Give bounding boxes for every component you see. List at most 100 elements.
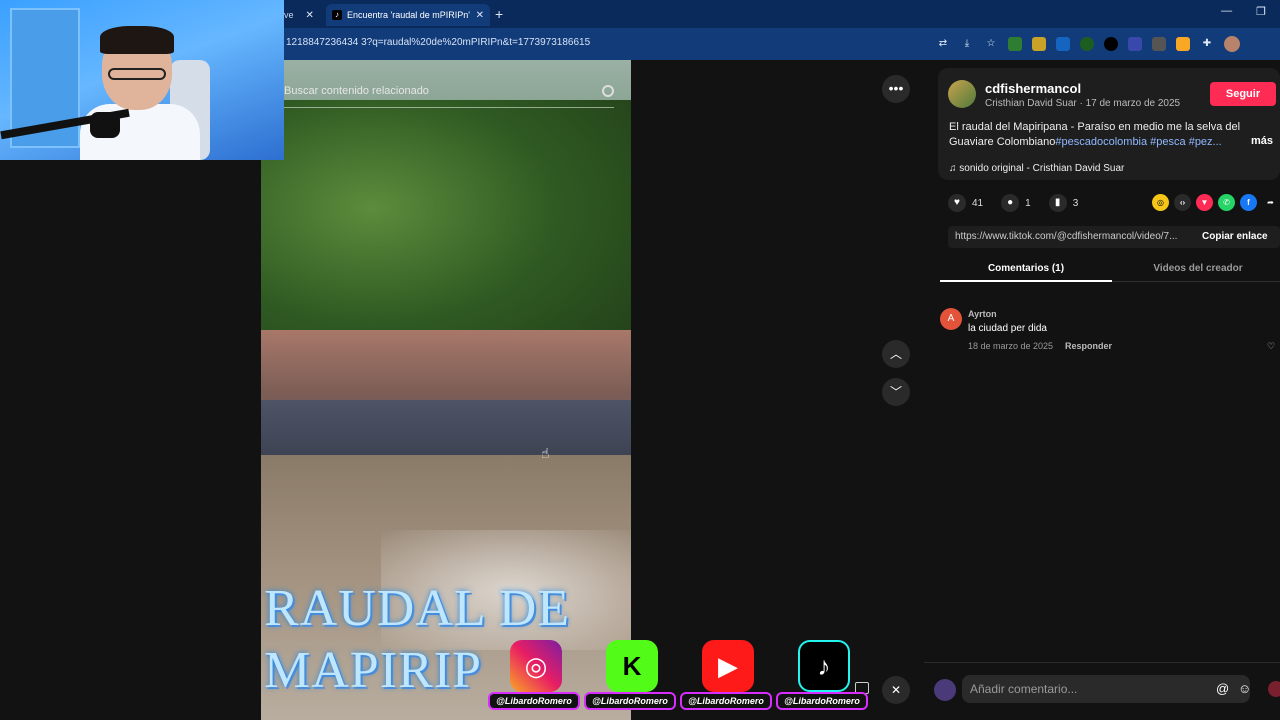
social-badge-youtube: ▶ @LibardoRomero bbox=[680, 640, 772, 718]
engagement-stats: ♥ 41 ● 1 ▮ 3 bbox=[948, 194, 1078, 212]
kick-icon: K bbox=[606, 640, 658, 692]
next-video-button[interactable]: ﹀ bbox=[882, 378, 910, 406]
related-search[interactable]: Buscar contenido relacionado bbox=[284, 80, 614, 108]
comment-input-bar: @ ☺ bbox=[924, 662, 1280, 720]
creator-meta: Cristhian David Suar · 17 de marzo de 20… bbox=[985, 98, 1181, 109]
mention-icon[interactable]: @ bbox=[1216, 681, 1229, 696]
tab-creator-videos[interactable]: Videos del creador bbox=[1112, 256, 1280, 282]
social-badges: ◎ @LibardoRomero K @LibardoRomero ▶ @Lib… bbox=[488, 640, 868, 718]
share-link-box: https://www.tiktok.com/@cdfishermancol/v… bbox=[948, 226, 1280, 248]
instagram-icon: ◎ bbox=[510, 640, 562, 692]
social-badge-tiktok: ♪ @LibardoRomero bbox=[776, 640, 868, 718]
sound-info[interactable]: ♫ sonido original - Cristhian David Suar bbox=[949, 163, 1124, 174]
commenter-name[interactable]: Ayrton bbox=[968, 309, 997, 319]
follow-button[interactable]: Seguir bbox=[1210, 82, 1276, 106]
comment-date: 18 de marzo de 2025 bbox=[968, 341, 1054, 351]
comment-item: A Ayrton la ciudad per dida 18 de marzo … bbox=[940, 308, 1280, 358]
extension-yellow-icon[interactable] bbox=[1032, 37, 1046, 51]
extension-purple-icon[interactable] bbox=[1128, 37, 1142, 51]
extension-blue-icon[interactable] bbox=[1056, 37, 1070, 51]
extension-gray-icon[interactable] bbox=[1152, 37, 1166, 51]
tab-partial-label: ve bbox=[284, 10, 294, 20]
extension-icons: ⇄ ⤓ ☆ ✚ bbox=[936, 36, 1240, 52]
social-handle: @LibardoRomero bbox=[584, 692, 676, 710]
tab-partial[interactable]: ve ✕ bbox=[284, 6, 314, 24]
facebook-icon[interactable]: f bbox=[1240, 194, 1257, 211]
tiktok-icon: ♪ bbox=[332, 10, 342, 20]
person-hair bbox=[100, 26, 174, 54]
like-stat[interactable]: ♥ 41 bbox=[948, 194, 983, 212]
social-handle: @LibardoRomero bbox=[776, 692, 868, 710]
user-avatar bbox=[934, 679, 956, 701]
embed-icon[interactable]: ‹› bbox=[1174, 194, 1191, 211]
previous-video-button[interactable]: ︿ bbox=[882, 340, 910, 368]
video-description: El raudal del Mapiripana - Paraíso en me… bbox=[949, 120, 1245, 150]
description-tags[interactable]: #pescadocolombia #pesca #pez... bbox=[1055, 136, 1221, 148]
search-icon[interactable] bbox=[602, 85, 614, 97]
send-button[interactable] bbox=[1268, 681, 1280, 697]
tab-title: Encuentra 'raudal de mPIRIPn' bbox=[347, 10, 471, 20]
tab-comments[interactable]: Comentarios (1) bbox=[940, 256, 1112, 282]
youtube-icon: ▶ bbox=[702, 640, 754, 692]
sound-label: sonido original - Cristhian David Suar bbox=[959, 163, 1125, 174]
comment-count: 1 bbox=[1025, 197, 1031, 209]
details-panel: cdfishermancol Cristhian David Suar · 17… bbox=[924, 60, 1280, 720]
cursor-icon: ☝ bbox=[541, 445, 550, 461]
creator-avatar[interactable] bbox=[948, 80, 976, 108]
comment-stat[interactable]: ● 1 bbox=[1001, 194, 1031, 212]
heart-icon: ♥ bbox=[948, 194, 966, 212]
window-controls: — ❐ bbox=[1221, 5, 1266, 18]
send-icon[interactable]: ▼ bbox=[1196, 194, 1213, 211]
close-icon[interactable]: ✕ bbox=[306, 10, 314, 21]
emoji-icon[interactable]: ☺ bbox=[1238, 681, 1251, 696]
social-handle: @LibardoRomero bbox=[488, 692, 580, 710]
profile-avatar[interactable] bbox=[1224, 36, 1240, 52]
search-underline bbox=[284, 107, 614, 108]
url-field[interactable]: 1218847236434 3?q=raudal%20de%20mPIRIPn&… bbox=[286, 37, 590, 48]
heart-icon[interactable]: ♡ bbox=[1267, 341, 1275, 352]
music-note-icon: ♫ bbox=[949, 163, 960, 174]
video-rock bbox=[261, 400, 631, 460]
share-icons: ◎ ‹› ▼ ✆ f ➦ bbox=[1152, 194, 1279, 211]
mute-button[interactable]: ✕ bbox=[882, 676, 910, 704]
comment-input[interactable] bbox=[962, 675, 1250, 703]
webcam-overlay bbox=[0, 0, 284, 160]
bookmark-icon: ▮ bbox=[1048, 194, 1067, 212]
copy-link-button[interactable]: Copiar enlace bbox=[1202, 231, 1268, 242]
whatsapp-icon[interactable]: ✆ bbox=[1218, 194, 1235, 211]
social-badge-instagram: ◎ @LibardoRomero bbox=[488, 640, 580, 718]
more-options-button[interactable]: ••• bbox=[882, 75, 910, 103]
puzzle-icon[interactable]: ✚ bbox=[1200, 37, 1214, 51]
coin-icon[interactable]: ◎ bbox=[1152, 194, 1169, 211]
like-count: 41 bbox=[972, 197, 984, 209]
share-link[interactable]: https://www.tiktok.com/@cdfishermancol/v… bbox=[955, 231, 1187, 242]
minimize-button[interactable]: — bbox=[1221, 5, 1232, 18]
share-arrow-icon[interactable]: ➦ bbox=[1262, 194, 1279, 211]
extension-orange-icon[interactable] bbox=[1176, 37, 1190, 51]
close-icon[interactable]: ✕ bbox=[476, 10, 484, 21]
shield-icon[interactable] bbox=[1008, 37, 1022, 51]
translate-icon[interactable]: ⇄ bbox=[936, 37, 950, 51]
creator-username[interactable]: cdfishermancol bbox=[985, 81, 1081, 96]
comment-icon: ● bbox=[1001, 194, 1020, 212]
tiktok-logo-icon: ♪ bbox=[798, 640, 850, 692]
commenter-avatar[interactable]: A bbox=[940, 308, 962, 330]
related-search-placeholder: Buscar contenido relacionado bbox=[284, 85, 429, 97]
panel-tabs: Comentarios (1) Videos del creador bbox=[940, 256, 1280, 282]
reply-button[interactable]: Responder bbox=[1065, 341, 1112, 351]
microphone bbox=[90, 112, 120, 138]
more-link[interactable]: más bbox=[1251, 135, 1273, 147]
install-icon[interactable]: ⤓ bbox=[960, 37, 974, 51]
screen: ve ✕ ♪ Encuentra 'raudal de mPIRIPn' ✕ +… bbox=[0, 0, 1280, 720]
social-badge-kick: K @LibardoRomero bbox=[584, 640, 676, 718]
extension-dark-icon[interactable] bbox=[1104, 37, 1118, 51]
restore-button[interactable]: ❐ bbox=[1256, 5, 1266, 18]
save-count: 3 bbox=[1072, 197, 1079, 209]
star-icon[interactable]: ☆ bbox=[984, 37, 998, 51]
comment-text: la ciudad per dida bbox=[968, 323, 1047, 334]
tab-active[interactable]: ♪ Encuentra 'raudal de mPIRIPn' ✕ bbox=[326, 4, 490, 26]
save-stat[interactable]: ▮ 3 bbox=[1048, 194, 1079, 212]
new-tab-button[interactable]: + bbox=[495, 6, 503, 22]
creator-card: cdfishermancol Cristhian David Suar · 17… bbox=[938, 68, 1280, 180]
extension-green-icon[interactable] bbox=[1080, 37, 1094, 51]
